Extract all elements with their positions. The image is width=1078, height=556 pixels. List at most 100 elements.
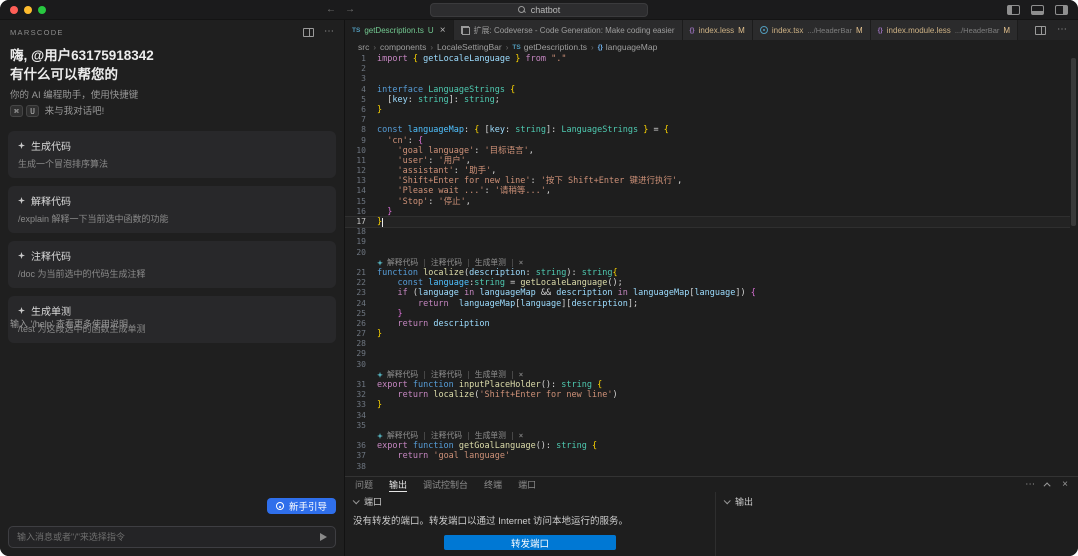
send-icon[interactable] — [320, 533, 327, 541]
prompt-card-desc: /doc 为当前选中的代码生成注释 — [18, 267, 326, 280]
panel-tab[interactable]: 输出 — [389, 477, 407, 492]
codelens-command[interactable]: 注释代码 — [431, 258, 462, 268]
forward-icon[interactable]: → — [345, 4, 355, 15]
chat-input[interactable] — [17, 532, 320, 542]
line-number: 10 — [345, 146, 377, 156]
split-editor-icon[interactable] — [1035, 26, 1046, 35]
codelens-command[interactable]: 解释代码 — [387, 258, 418, 268]
editor-more-icon[interactable]: ⋯ — [1057, 26, 1067, 34]
editor-tab[interactable]: 扩展: Codeverse - Code Generation: Make co… — [454, 20, 683, 40]
codelens-command[interactable]: 生成单测 — [475, 370, 506, 380]
code-line: 36export function getGoalLanguage(): str… — [345, 441, 1070, 451]
codelens-separator: | — [422, 258, 427, 268]
open-editor-icon[interactable] — [303, 28, 314, 37]
codelens-command[interactable]: 生成单测 — [475, 431, 506, 441]
prompt-card-title: 解释代码 — [18, 193, 326, 208]
forward-port-button[interactable]: 转发端口 — [444, 535, 616, 550]
panel-more-icon[interactable]: ⋯ — [1025, 481, 1035, 489]
line-number: 28 — [345, 339, 377, 349]
prompt-card[interactable]: 解释代码/explain 解释一下当前选中函数的功能 — [8, 186, 336, 233]
code-line-content: return description — [377, 319, 1070, 329]
prompt-card-title: 生成单测 — [18, 303, 326, 318]
editor-tab-actions: ⋯ — [1024, 20, 1078, 40]
close-panel-icon[interactable]: × — [1062, 479, 1068, 490]
codelens-close-icon[interactable]: × — [519, 370, 524, 380]
breadcrumb-item[interactable]: TSgetDescription.ts — [512, 42, 587, 52]
search-icon — [518, 6, 526, 14]
editor-tab[interactable]: TSgetDescription.tsU× — [345, 20, 454, 40]
breadcrumb-item[interactable]: LocaleSettingBar — [437, 42, 502, 52]
back-icon[interactable]: ← — [326, 4, 336, 15]
hint-line-2-text: 来与我对话吧! — [45, 106, 105, 117]
codelens-separator: | — [510, 370, 515, 380]
code-line-content: const language:string = getLocaleLanguag… — [377, 278, 1070, 288]
hint-line-1: 你的 AI 编程助手，使用快捷键 — [10, 88, 138, 104]
codelens-command[interactable]: 注释代码 — [431, 431, 462, 441]
code-line-content — [377, 360, 1070, 370]
codelens-command[interactable]: 注释代码 — [431, 370, 462, 380]
codelens-separator: | — [466, 258, 471, 268]
code-line: 15 'Stop': '停止', — [345, 197, 1070, 207]
code-line: 14 'Please wait ...': '请稍等...', — [345, 186, 1070, 196]
prompt-card-title-text: 生成代码 — [31, 138, 71, 153]
editor-scrollbar[interactable] — [1071, 58, 1076, 226]
guide-button-label: 新手引导 — [289, 499, 327, 513]
code-line: 8const languageMap: { [key: string]: Lan… — [345, 125, 1070, 135]
text-cursor — [382, 218, 383, 227]
panel-tab[interactable]: 终端 — [484, 477, 502, 492]
codelens-command[interactable]: 解释代码 — [387, 370, 418, 380]
toggle-panel-icon[interactable] — [1031, 5, 1044, 15]
output-section-header[interactable]: 输出 — [716, 492, 1078, 510]
editor-tab[interactable]: {}index.module.less.../HeaderBarM — [871, 20, 1018, 40]
codelens-command[interactable]: 解释代码 — [387, 431, 418, 441]
more-actions-icon[interactable]: ⋯ — [324, 28, 334, 36]
breadcrumb-item[interactable]: components — [380, 42, 426, 52]
code-area[interactable]: 1import { getLocaleLanguage } from "."23… — [345, 54, 1070, 476]
guide-button[interactable]: 新手引导 — [267, 498, 336, 514]
window-title-search[interactable]: chatbot — [430, 3, 648, 17]
code-line: 9 'cn': { — [345, 136, 1070, 146]
close-icon[interactable]: × — [440, 25, 446, 36]
line-number: 38 — [345, 462, 377, 472]
code-line-content — [377, 237, 1070, 247]
window-zoom-button[interactable] — [38, 6, 46, 14]
ports-section-header[interactable]: 端口 — [345, 492, 715, 510]
editor-tab[interactable]: index.tsx.../HeaderBarM — [753, 20, 871, 40]
panel-tab[interactable]: 调试控制台 — [423, 477, 468, 492]
breadcrumb-label: languageMap — [606, 42, 658, 52]
greeting-line-1: 嗨, @用户63175918342 — [10, 46, 154, 65]
breadcrumb-label: src — [358, 42, 369, 52]
toggle-secondary-sidebar-icon[interactable] — [1055, 5, 1068, 15]
code-line-content: } — [377, 217, 1070, 227]
panel-tab[interactable]: 端口 — [518, 477, 536, 492]
codelens-close-icon[interactable]: × — [519, 431, 524, 441]
code-line-content: 'assistant': '助手', — [377, 166, 1070, 176]
window-minimize-button[interactable] — [24, 6, 32, 14]
toggle-sidebar-icon[interactable] — [1007, 5, 1020, 15]
prompt-card[interactable]: 注释代码/doc 为当前选中的代码生成注释 — [8, 241, 336, 288]
breadcrumb-label: components — [380, 42, 426, 52]
prompt-card-title: 注释代码 — [18, 248, 326, 263]
code-line-content — [377, 462, 1070, 472]
panel-body: 端口 没有转发的端口。转发端口以通过 Internet 访问本地运行的服务。 转… — [345, 492, 1078, 556]
sparkle-icon — [18, 142, 25, 149]
sparkle-icon — [18, 197, 25, 204]
line-number: 18 — [345, 227, 377, 237]
maximize-panel-icon[interactable] — [1044, 482, 1051, 489]
panel-tab[interactable]: 问题 — [355, 477, 373, 492]
breadcrumb-item[interactable]: {}languageMap — [598, 42, 658, 52]
codelens-close-icon[interactable]: × — [519, 258, 524, 268]
breadcrumb-item[interactable]: src — [358, 42, 369, 52]
code-line: 23 if (language in languageMap && descri… — [345, 288, 1070, 298]
code-line-content: } — [377, 400, 1070, 410]
line-number: 7 — [345, 115, 377, 125]
code-line-content: 'Please wait ...': '请稍等...', — [377, 186, 1070, 196]
codelens-icon — [377, 260, 383, 266]
window-close-button[interactable] — [10, 6, 18, 14]
editor-tab-bar: TSgetDescription.tsU×扩展: Codeverse - Cod… — [345, 20, 1078, 40]
editor-tab[interactable]: {}index.lessM — [683, 20, 753, 40]
codelens-command[interactable]: 生成单测 — [475, 258, 506, 268]
prompt-card[interactable]: 生成代码生成一个冒泡排序算法 — [8, 131, 336, 178]
breadcrumb: src›components›LocaleSettingBar›TSgetDes… — [345, 40, 1078, 54]
code-line: 7 — [345, 115, 1070, 125]
